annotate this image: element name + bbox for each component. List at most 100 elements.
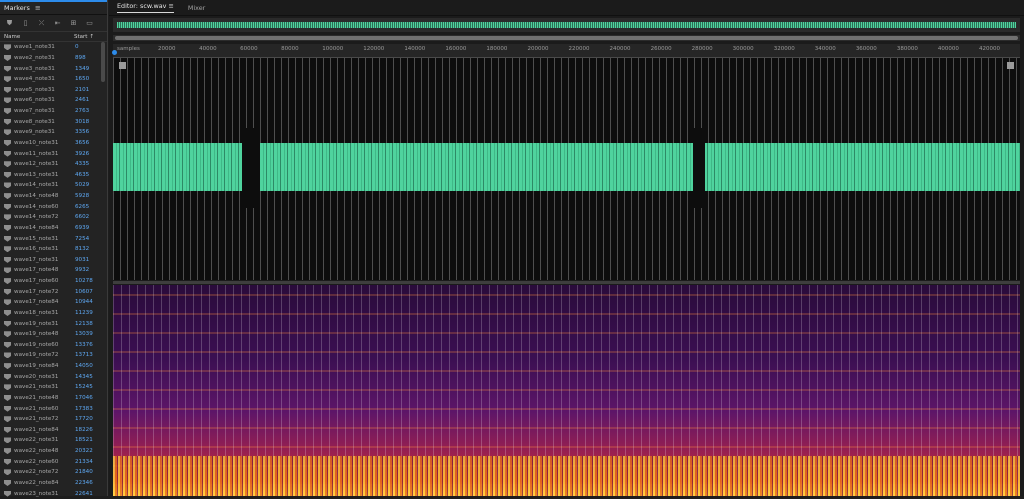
marker-row[interactable]: wave17_note84 10944 [0,297,100,308]
markers-scrollbar[interactable] [101,42,105,82]
marker-row[interactable]: wave7_note31 2763 [0,106,100,117]
marker-row[interactable]: wave18_note31 11239 [0,308,100,319]
marker-row[interactable]: wave2_note31 898 [0,53,100,64]
export-selection-icon[interactable]: ⇤ [52,19,63,28]
marker-start[interactable]: 9932 [75,267,89,273]
zoom-navigator-thumb[interactable] [115,36,1018,40]
hamburger-icon[interactable]: ≡ [168,2,173,10]
spectral-frequency-display[interactable] [113,285,1020,496]
marker-row[interactable]: wave17_note72 10607 [0,286,100,297]
marker-row[interactable]: wave19_note72 13713 [0,350,100,361]
marker-start[interactable]: 10278 [75,278,93,284]
marker-row[interactable]: wave9_note31 3356 [0,127,100,138]
marker-start[interactable]: 3926 [75,151,89,157]
marker-start[interactable]: 6939 [75,225,89,231]
marker-row[interactable]: wave19_note31 12138 [0,318,100,329]
marker-start[interactable]: 10607 [75,289,93,295]
column-name-header[interactable]: Name [4,34,74,40]
marker-row[interactable]: wave22_note72 21840 [0,467,100,478]
marker-row[interactable]: wave14_note84 6939 [0,223,100,234]
marker-start[interactable]: 15245 [75,384,93,390]
marker-start[interactable]: 2763 [75,108,89,114]
waveform-overview[interactable] [113,18,1020,32]
marker-start[interactable]: 18226 [75,427,93,433]
marker-start[interactable]: 1650 [75,76,89,82]
marker-start[interactable]: 14345 [75,374,93,380]
marker-start[interactable]: 11239 [75,310,93,316]
marker-start[interactable]: 20322 [75,448,93,454]
marker-row[interactable]: wave4_note31 1650 [0,74,100,85]
marker-start[interactable]: 21840 [75,469,93,475]
insert-into-playlist-icon[interactable]: ⊞ [68,19,79,28]
marker-start[interactable]: 17046 [75,395,93,401]
playhead-icon[interactable] [112,50,117,55]
marker-row[interactable]: wave17_note48 9932 [0,265,100,276]
marker-row[interactable]: wave21_note48 17046 [0,393,100,404]
zoom-navigator[interactable] [113,35,1020,41]
marker-row[interactable]: wave21_note84 18226 [0,425,100,436]
marker-start[interactable]: 3018 [75,119,89,125]
marker-row[interactable]: wave19_note48 13039 [0,329,100,340]
marker-row[interactable]: wave22_note31 18521 [0,435,100,446]
hamburger-icon[interactable]: ≡ [35,4,41,12]
marker-start[interactable]: 0 [75,44,79,50]
marker-row[interactable]: wave21_note72 17720 [0,414,100,425]
marker-start[interactable]: 3656 [75,140,89,146]
column-start-header[interactable]: Start ↑ [74,34,94,40]
batch-process-icon[interactable]: ▭ [84,19,95,28]
marker-row[interactable]: wave1_note31 0 [0,42,100,53]
marker-start[interactable]: 17720 [75,416,93,422]
marker-row[interactable]: wave22_note60 21334 [0,456,100,467]
marker-row[interactable]: wave14_note60 6265 [0,201,100,212]
tab-editor[interactable]: Editor: scw.wav ≡ [117,2,174,13]
marker-row[interactable]: wave21_note31 15245 [0,382,100,393]
marker-row[interactable]: wave17_note60 10278 [0,276,100,287]
waveform-spectral-divider[interactable] [113,281,1020,284]
fade-out-handle-icon[interactable] [1007,62,1014,69]
marker-start[interactable]: 18521 [75,437,93,443]
marker-start[interactable]: 2461 [75,97,89,103]
marker-row[interactable]: wave15_note31 7254 [0,233,100,244]
marker-row[interactable]: wave13_note31 4635 [0,170,100,181]
marker-row[interactable]: wave19_note84 14050 [0,361,100,372]
marker-row[interactable]: wave19_note60 13376 [0,340,100,351]
marker-start[interactable]: 14050 [75,363,93,369]
marker-row[interactable]: wave17_note31 9031 [0,255,100,266]
marker-row[interactable]: wave21_note60 17383 [0,403,100,414]
waveform-display[interactable] [113,58,1020,280]
marker-row[interactable]: wave10_note31 3656 [0,138,100,149]
delete-marker-icon[interactable]: ▯ [20,19,31,28]
marker-row[interactable]: wave12_note31 4335 [0,159,100,170]
marker-row[interactable]: wave5_note31 2101 [0,85,100,96]
marker-start[interactable]: 8132 [75,246,89,252]
marker-row[interactable]: wave3_note31 1349 [0,63,100,74]
marker-row[interactable]: wave14_note31 5029 [0,180,100,191]
marker-row[interactable]: wave8_note31 3018 [0,116,100,127]
marker-row[interactable]: wave14_note72 6602 [0,212,100,223]
tab-mixer[interactable]: Mixer [188,4,205,12]
marker-start[interactable]: 12138 [75,321,93,327]
marker-row[interactable]: wave22_note48 20322 [0,446,100,457]
marker-start[interactable]: 10944 [75,299,93,305]
marker-row[interactable]: wave20_note31 14345 [0,371,100,382]
marker-start[interactable]: 898 [75,55,86,61]
marker-start[interactable]: 4335 [75,161,89,167]
marker-start[interactable]: 22346 [75,480,93,486]
marker-row[interactable]: wave6_note31 2461 [0,95,100,106]
marker-start[interactable]: 5029 [75,182,89,188]
marker-start[interactable]: 1349 [75,66,89,72]
marker-start[interactable]: 3356 [75,129,89,135]
marker-start[interactable]: 4635 [75,172,89,178]
marker-row[interactable]: wave14_note48 5928 [0,191,100,202]
marker-start[interactable]: 13376 [75,342,93,348]
marker-start[interactable]: 7254 [75,236,89,242]
marker-start[interactable]: 2101 [75,87,89,93]
marker-start[interactable]: 9031 [75,257,89,263]
marker-start[interactable]: 13713 [75,352,93,358]
merge-markers-icon[interactable]: ⤫ [36,19,47,28]
marker-row[interactable]: wave23_note31 22641 [0,488,100,499]
marker-start[interactable]: 5928 [75,193,89,199]
marker-row[interactable]: wave16_note31 8132 [0,244,100,255]
marker-row[interactable]: wave11_note31 3926 [0,148,100,159]
marker-start[interactable]: 6602 [75,214,89,220]
